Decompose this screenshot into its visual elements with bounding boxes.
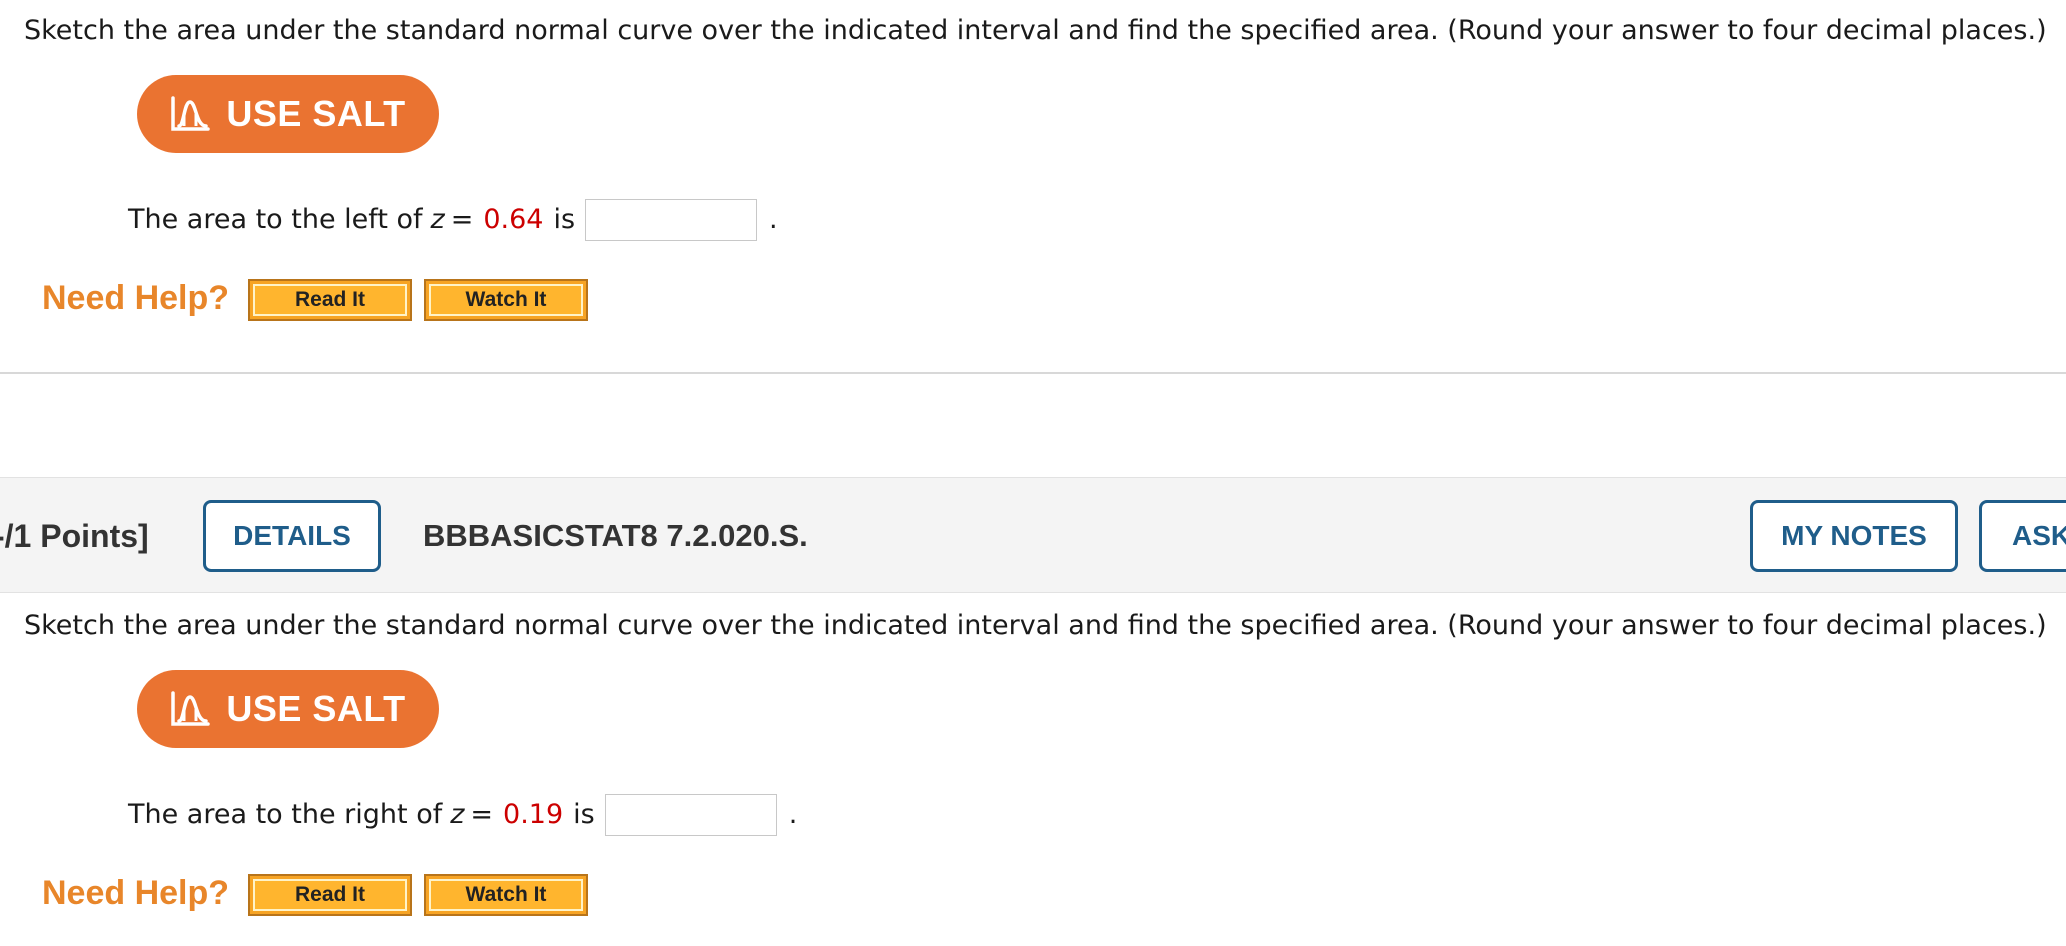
need-help-label: Need Help? [42,874,230,912]
prompt-suffix: is [573,799,595,830]
question2-header: -/1 Points] DETAILS BBBASICSTAT8 7.2.020… [0,477,2066,593]
question1-use-salt-button[interactable]: USE SALT [137,75,439,153]
watch-it-label: Watch It [429,284,583,316]
prompt-value: 0.64 [483,204,544,235]
prompt-suffix: is [553,204,576,235]
need-help-label: Need Help? [42,279,230,317]
prompt-variable: z [430,204,445,235]
question-divider [0,372,2066,374]
salt-button-label: USE SALT [226,688,406,729]
prompt-period: . [788,799,798,830]
details-button[interactable]: DETAILS [203,500,381,572]
question1-prompt: The area to the left of z = 0.64 is . [128,199,778,241]
question2-answer-input[interactable] [604,794,777,836]
read-it-label: Read It [253,284,407,316]
points-label: -/1 Points] [0,518,149,554]
prompt-prefix: The area to the left of [128,204,423,235]
question-id: BBBASICSTAT8 7.2.020.S. [423,518,808,553]
prompt-equals: = [450,204,474,235]
salt-button-label: USE SALT [226,93,406,134]
watch-it-button[interactable]: Watch It [424,874,588,916]
question1-instructions: Sketch the area under the standard norma… [24,15,2047,46]
salt-graph-icon [171,691,211,726]
question2-prompt: The area to the right of z = 0.19 is . [128,794,797,836]
salt-graph-icon [171,96,211,131]
prompt-period: . [769,204,778,235]
ask-button[interactable]: ASK [1979,500,2066,572]
watch-it-button[interactable]: Watch It [424,279,588,321]
assignment-page: Sketch the area under the standard norma… [0,0,2066,946]
prompt-value: 0.19 [503,799,564,830]
question2-use-salt-button[interactable]: USE SALT [137,670,439,748]
my-notes-button[interactable]: MY NOTES [1750,500,1958,572]
read-it-button[interactable]: Read It [248,279,412,321]
prompt-variable: z [450,799,465,830]
prompt-prefix: The area to the right of [128,799,443,830]
question2-instructions: Sketch the area under the standard norma… [24,610,2047,641]
read-it-button[interactable]: Read It [248,874,412,916]
read-it-label: Read It [253,879,407,911]
watch-it-label: Watch It [429,879,583,911]
prompt-equals: = [470,799,494,830]
question1-answer-input[interactable] [585,199,758,241]
